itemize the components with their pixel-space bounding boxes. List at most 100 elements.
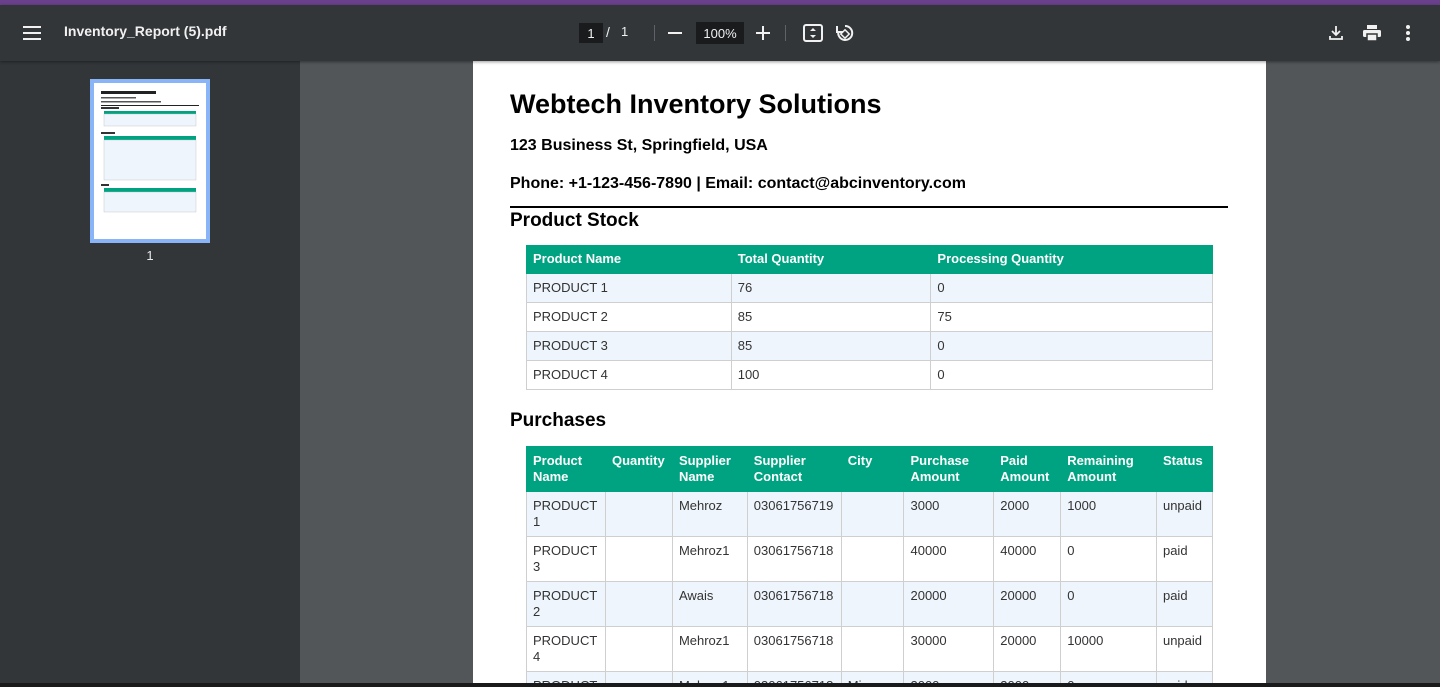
table-cell: paid (1155, 581, 1214, 627)
product-stock-table: Product Name Total Quantity Processing Q… (526, 245, 1213, 390)
column-header: Total Quantity (730, 245, 932, 274)
rotate-icon (836, 24, 854, 41)
column-header: Purchase Amount (903, 446, 995, 492)
table-cell: 03061756718 (746, 626, 842, 672)
zoom-input[interactable]: 100% (696, 22, 744, 44)
table-cell: PRODUCT 1 (526, 273, 732, 303)
table-cell: PRODUCT 3 (526, 331, 732, 361)
print-button[interactable] (1359, 19, 1385, 47)
table-cell (840, 626, 905, 672)
table-cell: 1000 (1060, 491, 1157, 537)
column-header: Supplier Name (671, 446, 748, 492)
table-cell: 2000 (993, 491, 1062, 537)
table-cell (604, 581, 673, 627)
table-cell: 75 (930, 302, 1213, 332)
fit-to-page-button[interactable] (800, 19, 826, 47)
pdf-toolbar: Inventory_Report (5).pdf 1 / 1 100% (0, 5, 1440, 61)
table-cell: 40000 (903, 536, 995, 582)
table-cell: 20000 (993, 626, 1062, 672)
table-cell: 40000 (993, 536, 1062, 582)
purchases-section-title: Purchases (510, 410, 607, 431)
table-cell: 85 (730, 302, 932, 332)
table-cell: 0 (930, 331, 1213, 361)
toolbar-divider (654, 25, 655, 41)
column-header: Quantity (604, 446, 673, 492)
pdf-page: Webtech Inventory Solutions 123 Business… (473, 61, 1266, 687)
printer-icon (1363, 25, 1381, 41)
table-cell: 3000 (903, 491, 995, 537)
page-number-input[interactable]: 1 (579, 23, 603, 43)
table-cell (604, 536, 673, 582)
menu-button[interactable] (16, 19, 48, 47)
table-row: PRODUCT 2 85 75 (526, 302, 1213, 332)
table-cell: 10000 (1060, 626, 1157, 672)
table-header-row: Product Name Total Quantity Processing Q… (526, 245, 1213, 274)
zoom-out-button[interactable] (664, 19, 686, 47)
company-contact: Phone: +1-123-456-7890 | Email: contact@… (510, 175, 966, 192)
table-cell: PRODUCT 4 (526, 360, 732, 390)
download-icon (1329, 26, 1343, 40)
table-row: PRODUCT 4 100 0 (526, 360, 1213, 390)
window-bottom-edge (0, 683, 1440, 687)
thumbnail-page-number: 1 (146, 248, 154, 263)
table-row: PRODUCT 3 85 0 (526, 331, 1213, 361)
file-title: Inventory_Report (5).pdf (64, 23, 227, 39)
column-header: Supplier Contact (746, 446, 842, 492)
column-header: Remaining Amount (1060, 446, 1157, 492)
table-row: PRODUCT 3 Mehroz1 03061756718 40000 40000 0 pa… (526, 536, 1214, 582)
table-cell: 30000 (903, 626, 995, 672)
table-cell: 100 (730, 360, 932, 390)
table-cell: PRODUCT 1 (526, 491, 606, 537)
column-header: City (840, 446, 905, 492)
company-name: Webtech Inventory Solutions (510, 89, 882, 119)
column-header: Paid Amount (993, 446, 1062, 492)
table-cell: Mehroz1 (671, 626, 748, 672)
table-cell: 03061756719 (746, 491, 842, 537)
table-row: PRODUCT 4 Mehroz1 03061756718 30000 20000 100… (526, 626, 1214, 672)
table-row: PRODUCT 1 Mehroz 03061756719 3000 2000 1000 un… (526, 491, 1214, 537)
column-header: Processing Quantity (930, 245, 1213, 274)
table-cell (604, 491, 673, 537)
table-cell: unpaid (1155, 626, 1214, 672)
table-header-row: Product Name Quantity Supplier Name Supp… (526, 446, 1214, 492)
more-options-button[interactable] (1396, 19, 1420, 47)
table-cell: 0 (1060, 581, 1157, 627)
table-cell: PRODUCT 3 (526, 536, 606, 582)
table-cell: PRODUCT 2 (526, 302, 732, 332)
table-cell: 03061756718 (746, 536, 842, 582)
table-cell: 20000 (993, 581, 1062, 627)
table-cell: 0 (930, 360, 1213, 390)
table-cell (840, 581, 905, 627)
table-cell: unpaid (1155, 491, 1214, 537)
column-header: Product Name (526, 446, 606, 492)
column-header: Product Name (526, 245, 732, 274)
fit-page-icon (803, 24, 823, 42)
more-vertical-icon (1406, 25, 1410, 41)
table-cell: 20000 (903, 581, 995, 627)
page-thumbnail[interactable] (90, 79, 210, 243)
purchases-table: Product Name Quantity Supplier Name Supp… (526, 446, 1214, 687)
page-separator: / (606, 24, 610, 40)
table-cell: 0 (930, 273, 1213, 303)
table-cell: PRODUCT 2 (526, 581, 606, 627)
table-row: PRODUCT 1 76 0 (526, 273, 1213, 303)
table-cell: paid (1155, 536, 1214, 582)
header-divider (510, 206, 1228, 208)
document-viewer[interactable]: Webtech Inventory Solutions 123 Business… (300, 61, 1440, 687)
table-cell: Mehroz (671, 491, 748, 537)
zoom-in-button[interactable] (752, 19, 774, 47)
table-cell: Awais (671, 581, 748, 627)
page-thumbnail-preview (101, 91, 199, 213)
table-cell: 03061756718 (746, 581, 842, 627)
column-header: Status (1155, 446, 1214, 492)
download-button[interactable] (1323, 19, 1349, 47)
table-cell: 0 (1060, 536, 1157, 582)
table-cell (840, 491, 905, 537)
table-cell: Mehroz1 (671, 536, 748, 582)
stock-section-title: Product Stock (510, 210, 639, 231)
rotate-button[interactable] (832, 19, 858, 47)
table-cell: 76 (730, 273, 932, 303)
table-cell: 85 (730, 331, 932, 361)
page-total: 1 (621, 24, 629, 39)
table-row: PRODUCT 2 Awais 03061756718 20000 20000 0 paid (526, 581, 1214, 627)
